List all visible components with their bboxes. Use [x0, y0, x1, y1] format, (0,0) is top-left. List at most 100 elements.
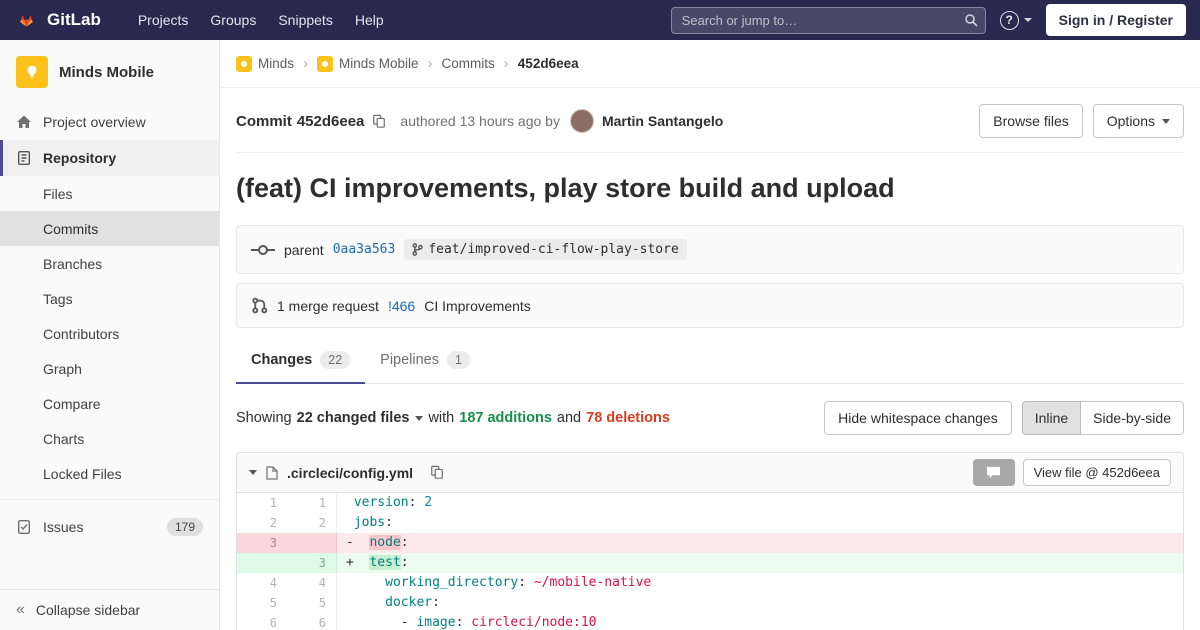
- diff-file-panel: .circleci/config.yml View file @ 452d6ee…: [236, 452, 1184, 630]
- copy-icon: [373, 114, 386, 128]
- diff-line: 66 - image: circleci/node:10: [237, 613, 1183, 630]
- deletions-count: 78 deletions: [586, 410, 670, 426]
- project-avatar-icon: [317, 55, 334, 72]
- commit-label: Commit: [236, 112, 292, 130]
- branch-ref-chip[interactable]: feat/improved-ci-flow-play-store: [404, 239, 687, 260]
- breadcrumb-project[interactable]: Minds Mobile: [317, 55, 419, 72]
- help-dropdown[interactable]: ?: [999, 10, 1032, 30]
- main-nav: Projects Groups Snippets Help: [127, 2, 395, 38]
- collapse-file-caret[interactable]: [249, 470, 257, 475]
- search-input[interactable]: [670, 6, 986, 34]
- changed-files-dropdown[interactable]: 22 changed files: [297, 410, 424, 426]
- search-icon[interactable]: [964, 13, 978, 27]
- nav-item-snippets[interactable]: Snippets: [267, 2, 343, 38]
- chevron-down-icon: [1023, 18, 1032, 22]
- old-line-number[interactable]: [237, 553, 287, 573]
- nav-item-groups[interactable]: Groups: [199, 2, 267, 38]
- sidebar-item-charts[interactable]: Charts: [0, 421, 219, 456]
- branch-icon: [412, 243, 424, 256]
- diff-line: 44 working_directory: ~/mobile-native: [237, 573, 1183, 593]
- sidebar-item-graph[interactable]: Graph: [0, 351, 219, 386]
- breadcrumb-group[interactable]: Minds: [236, 55, 294, 72]
- code-line: version: 2: [353, 495, 433, 510]
- sidebar-item-project-overview[interactable]: Project overview: [0, 104, 219, 140]
- old-line-number[interactable]: 4: [237, 573, 287, 593]
- collapse-sidebar-button[interactable]: « Collapse sidebar: [0, 589, 219, 630]
- commit-sha: 452d6eea: [296, 112, 365, 130]
- sidebar-item-branches[interactable]: Branches: [0, 246, 219, 281]
- new-line-number[interactable]: 6: [287, 613, 337, 630]
- project-sidebar: Minds Mobile Project overview Repository…: [0, 40, 220, 630]
- additions-count: 187 additions: [459, 410, 552, 426]
- copy-icon: [431, 465, 443, 479]
- project-header-link[interactable]: Minds Mobile: [0, 40, 219, 104]
- sidebar-divider: [0, 499, 219, 500]
- code-line: - image: circleci/node:10: [346, 615, 597, 630]
- gitlab-tanuki-icon: [20, 15, 33, 27]
- new-line-number[interactable]: [287, 533, 337, 553]
- copy-file-path-button[interactable]: [430, 465, 444, 480]
- old-line-number[interactable]: 5: [237, 593, 287, 613]
- main-content: Minds › Minds Mobile › Commits › 452d6ee…: [220, 40, 1200, 630]
- sidebar-item-tags[interactable]: Tags: [0, 281, 219, 316]
- diff-code-view: 11 version: 222 jobs: 3- node: 3 + test: 4 4 …: [237, 493, 1183, 630]
- old-line-number[interactable]: 3: [237, 533, 287, 553]
- sidebar-item-contributors[interactable]: Contributors: [0, 316, 219, 351]
- code-line: + test:: [337, 553, 1183, 573]
- commit-tabs: Changes 22 Pipelines 1: [236, 338, 1184, 384]
- sidebar-item-issues[interactable]: Issues 179: [0, 508, 219, 546]
- diff-file-name: .circleci/config.yml: [287, 464, 414, 481]
- commit-title: (feat) CI improvements, play store build…: [236, 173, 895, 203]
- parent-sha-link[interactable]: 0aa3a563: [333, 242, 396, 257]
- project-avatar: [16, 56, 48, 88]
- view-file-button[interactable]: View file @ 452d6eea: [1022, 459, 1171, 486]
- code-line: - node:: [337, 533, 1183, 553]
- hide-whitespace-button[interactable]: Hide whitespace changes: [824, 401, 1012, 435]
- old-line-number[interactable]: 2: [237, 513, 287, 533]
- sidebar-item-repository[interactable]: Repository: [0, 140, 219, 176]
- copy-sha-button[interactable]: [372, 114, 386, 129]
- author-name-link[interactable]: Martin Santangelo: [602, 113, 723, 129]
- diff-mode-toggle: Inline Side-by-side: [1021, 401, 1184, 435]
- inline-view-button[interactable]: Inline: [1021, 401, 1082, 435]
- sign-in-button[interactable]: Sign in / Register: [1045, 4, 1186, 36]
- nav-item-projects[interactable]: Projects: [127, 2, 200, 38]
- new-line-number[interactable]: 3: [287, 553, 337, 573]
- parent-label: parent: [284, 241, 324, 258]
- new-line-number[interactable]: 1: [287, 493, 337, 513]
- diff-view-controls: Hide whitespace changes Inline Side-by-s…: [824, 401, 1184, 435]
- old-line-number[interactable]: 6: [237, 613, 287, 630]
- old-line-number[interactable]: 1: [237, 493, 287, 513]
- mr-title: CI Improvements: [424, 297, 531, 314]
- browse-files-button[interactable]: Browse files: [979, 104, 1083, 138]
- sidebar-item-locked-files[interactable]: Locked Files: [0, 456, 219, 491]
- side-by-side-view-button[interactable]: Side-by-side: [1080, 401, 1184, 435]
- code-line: docker:: [385, 595, 440, 610]
- new-line-number[interactable]: 4: [287, 573, 337, 593]
- options-dropdown-button[interactable]: Options: [1092, 104, 1184, 138]
- sidebar-item-compare[interactable]: Compare: [0, 386, 219, 421]
- diff-line: 22 jobs:: [237, 513, 1183, 533]
- toggle-comments-button[interactable]: [972, 459, 1015, 486]
- help-icon: ?: [999, 10, 1019, 30]
- merge-request-box: 1 merge request !466 CI Improvements: [236, 283, 1184, 328]
- breadcrumb-commits[interactable]: Commits: [442, 56, 495, 71]
- sidebar-item-files[interactable]: Files: [0, 176, 219, 211]
- code-line: working_directory: ~/mobile-native: [385, 575, 652, 590]
- changes-count-badge: 22: [320, 351, 351, 369]
- gitlab-home-link[interactable]: GitLab: [14, 8, 101, 32]
- diff-file-header: .circleci/config.yml View file @ 452d6ee…: [237, 453, 1183, 493]
- repository-icon: [18, 151, 31, 166]
- commit-meta-row: Commit 452d6eea authored 13 hours ago by…: [236, 88, 1184, 153]
- mr-ref-link[interactable]: !466: [388, 298, 415, 314]
- tab-changes[interactable]: Changes 22: [236, 338, 366, 384]
- sidebar-item-commits[interactable]: Commits: [0, 211, 219, 246]
- nav-item-help[interactable]: Help: [344, 2, 395, 38]
- chevron-down-icon: [415, 415, 424, 421]
- new-line-number[interactable]: 5: [287, 593, 337, 613]
- tab-pipelines[interactable]: Pipelines 1: [365, 338, 485, 384]
- author-avatar[interactable]: [569, 109, 594, 133]
- comment-bubble-icon: [987, 466, 1001, 479]
- diff-line: 3 - node:: [237, 533, 1183, 553]
- new-line-number[interactable]: 2: [287, 513, 337, 533]
